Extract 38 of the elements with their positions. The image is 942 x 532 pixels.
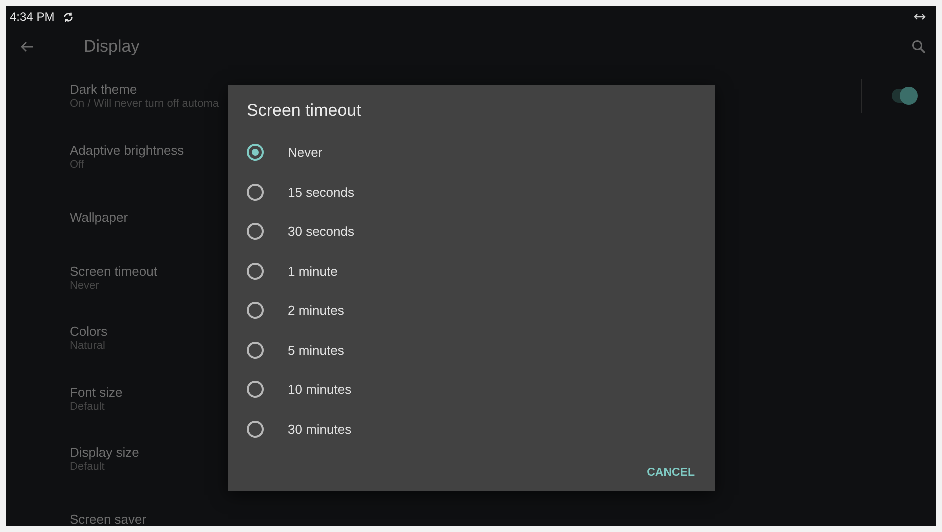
option-label[interactable]: Never xyxy=(288,145,323,160)
radio-button[interactable] xyxy=(247,262,264,280)
setting-title[interactable]: Dark theme xyxy=(70,82,138,98)
option-label[interactable]: 2 minutes xyxy=(288,303,344,318)
setting-title[interactable]: Screen timeout xyxy=(70,264,158,279)
dialog-title: Screen timeout xyxy=(247,101,362,121)
setting-title[interactable]: Display size xyxy=(70,445,140,460)
sync-icon xyxy=(62,12,74,22)
option-label[interactable]: 30 seconds xyxy=(288,224,354,240)
setting-title[interactable]: Screen saver xyxy=(70,512,147,526)
page-title: Display xyxy=(84,37,140,57)
radio-button[interactable] xyxy=(247,420,264,438)
setting-title[interactable]: Font size xyxy=(70,384,123,400)
back-arrow-icon[interactable] xyxy=(20,41,34,53)
radio-button[interactable] xyxy=(247,381,264,398)
setting-summary: Default xyxy=(70,461,105,474)
status-time: 4:34 PM xyxy=(10,10,55,24)
setting-title[interactable]: Adaptive brightness xyxy=(70,142,184,158)
setting-summary: Off xyxy=(70,158,84,171)
setting-title[interactable]: Wallpaper xyxy=(70,210,128,225)
resize-icon xyxy=(914,13,926,21)
radio-button[interactable] xyxy=(247,342,264,359)
radio-button[interactable] xyxy=(247,223,264,240)
radio-button[interactable] xyxy=(247,144,264,162)
setting-summary: Default xyxy=(70,400,105,413)
option-label[interactable]: 15 seconds xyxy=(288,184,354,200)
setting-summary: Never xyxy=(70,280,100,292)
option-label[interactable]: 10 minutes xyxy=(288,382,352,398)
radio-button[interactable] xyxy=(247,302,264,320)
setting-title[interactable]: Colors xyxy=(70,324,108,340)
setting-summary: Natural xyxy=(70,340,106,352)
option-label[interactable]: 30 minutes xyxy=(288,422,352,437)
setting-summary: On / Will never turn off automa xyxy=(70,98,219,110)
option-label[interactable]: 5 minutes xyxy=(288,342,344,358)
radio-button[interactable] xyxy=(247,184,264,201)
search-icon[interactable] xyxy=(912,40,926,54)
cancel-button[interactable]: CANCEL xyxy=(647,461,695,485)
option-label[interactable]: 1 minute xyxy=(288,264,338,279)
